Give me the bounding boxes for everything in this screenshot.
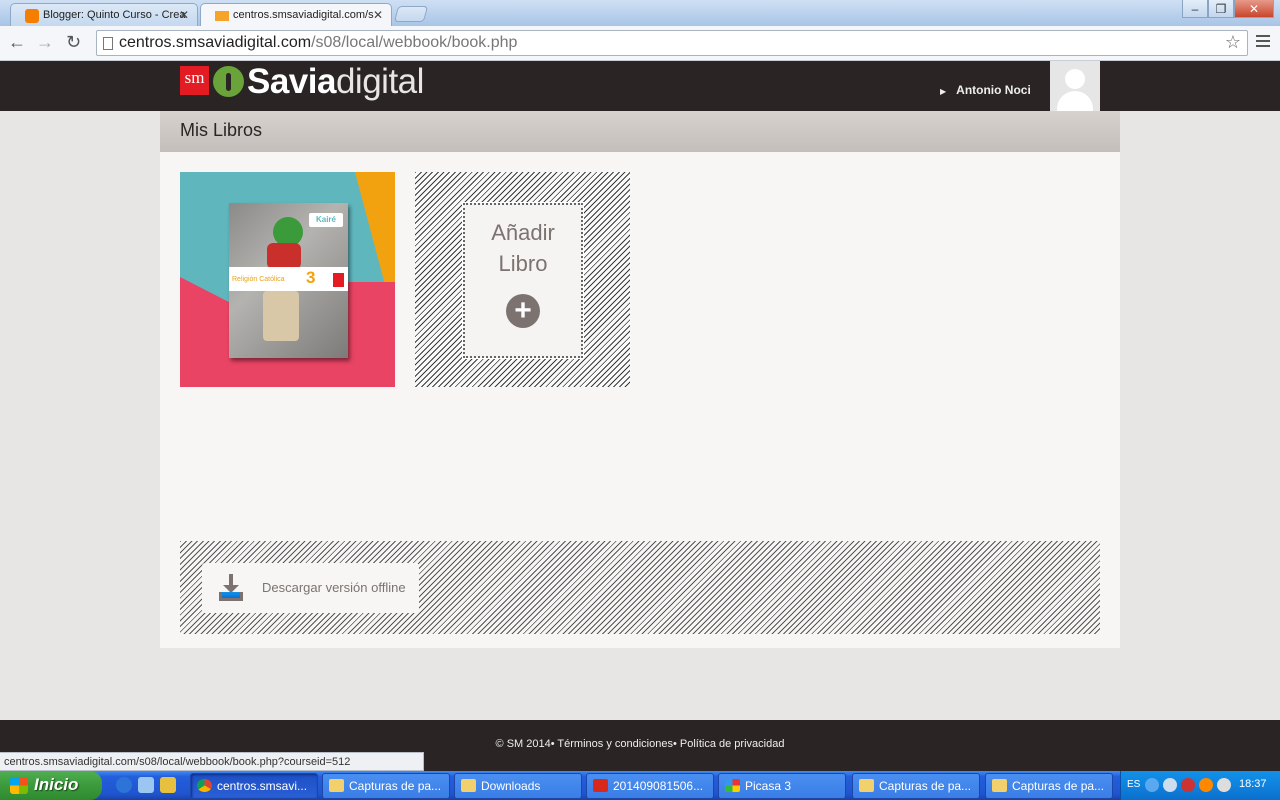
main-panel: Mis Libros Kairé Religión Católica 3 Aña… — [160, 111, 1120, 648]
pdf-icon — [593, 779, 608, 792]
tray-expand-icon[interactable] — [1145, 778, 1159, 792]
windows-taskbar: Inicio centros.smsavi... Capturas de pa.… — [0, 771, 1280, 800]
caret-right-icon: ▶ — [940, 87, 947, 96]
plus-icon[interactable]: + — [506, 294, 540, 328]
download-icon — [218, 574, 244, 602]
picasa-icon — [725, 779, 740, 792]
security-icon[interactable] — [1181, 778, 1195, 792]
taskbar-item-chrome[interactable]: centros.smsavi... — [190, 773, 318, 799]
logo-digital-text: digital — [335, 62, 424, 101]
logo-savia-text: Savia — [247, 62, 336, 101]
offline-download-bar: Descargar versión offline — [180, 541, 1100, 634]
user-menu[interactable]: ▶ Antonio Noci — [940, 83, 1031, 97]
taskbar-item-folder[interactable]: Capturas de pa... — [985, 773, 1113, 799]
clock: 18:37 — [1239, 778, 1267, 790]
user-name: Antonio Noci — [956, 83, 1031, 97]
close-window-button[interactable]: ✕ — [1234, 0, 1274, 18]
blogger-icon — [25, 9, 39, 23]
start-label: Inicio — [34, 775, 79, 794]
windows-logo-icon — [10, 777, 28, 794]
browser-toolbar: ← → ↻ centros.smsaviadigital.com/s08/loc… — [0, 26, 1280, 61]
download-offline-button[interactable]: Descargar versión offline — [202, 563, 419, 613]
minimize-button[interactable]: – — [1182, 0, 1208, 18]
page-title: Mis Libros — [160, 111, 1120, 152]
start-button[interactable]: Inicio — [0, 771, 102, 800]
folder-icon — [859, 779, 874, 792]
close-tab-icon[interactable]: ✕ — [179, 8, 189, 22]
taskbar-item-folder[interactable]: Capturas de pa... — [852, 773, 980, 799]
tab-label: centros.smsaviadigital.com/s — [233, 9, 374, 21]
chrome-icon — [197, 779, 212, 792]
sm-logo: sm — [180, 66, 209, 95]
restore-button[interactable]: ❐ — [1208, 0, 1234, 18]
browser-tab-strip: Blogger: Quinto Curso - Crea ✕ centros.s… — [0, 0, 1280, 27]
taskbar-item-pdf[interactable]: 201409081506... — [586, 773, 714, 799]
new-tab-button[interactable] — [393, 6, 429, 22]
network-icon[interactable] — [1163, 778, 1177, 792]
download-offline-label: Descargar versión offline — [262, 580, 406, 595]
status-bar-url: centros.smsaviadigital.com/s08/local/web… — [0, 752, 424, 771]
folder-icon — [329, 779, 344, 792]
taskbar-item-downloads[interactable]: Downloads — [454, 773, 582, 799]
tab-label: Blogger: Quinto Curso - Crea — [43, 9, 186, 21]
ie-icon[interactable] — [116, 777, 132, 793]
page-icon — [103, 37, 113, 50]
url-host: centros.smsaviadigital.com — [119, 34, 312, 51]
footer-links[interactable]: © SM 2014• Términos y condiciones• Polít… — [0, 738, 1280, 750]
forward-icon[interactable]: → — [36, 32, 54, 53]
avatar[interactable] — [1050, 61, 1100, 111]
paint-icon[interactable] — [160, 777, 176, 793]
book-card[interactable]: Kairé Religión Católica 3 — [180, 172, 395, 387]
show-desktop-icon[interactable] — [138, 777, 154, 793]
moodle-icon — [215, 11, 229, 21]
sm-badge — [333, 273, 344, 287]
folder-icon — [992, 779, 1007, 792]
add-book-card[interactable]: Añadir Libro + — [415, 172, 630, 387]
book-cover-image[interactable]: Kairé Religión Católica 3 — [229, 203, 348, 358]
address-bar[interactable]: centros.smsaviadigital.com/s08/local/web… — [96, 30, 1248, 56]
reload-icon[interactable]: ↻ — [66, 32, 81, 53]
taskbar-item-folder[interactable]: Capturas de pa... — [322, 773, 450, 799]
chrome-menu-icon[interactable] — [1256, 32, 1270, 50]
savia-leaf-icon — [213, 66, 244, 97]
back-icon[interactable]: ← — [8, 32, 26, 53]
taskbar-item-picasa[interactable]: Picasa 3 — [718, 773, 846, 799]
folder-icon — [461, 779, 476, 792]
browser-tab-savia[interactable]: centros.smsaviadigital.com/s ✕ — [200, 3, 392, 27]
system-tray: ES 18:37 — [1120, 771, 1280, 800]
language-indicator[interactable]: ES — [1127, 779, 1140, 790]
book-series-label: Kairé — [309, 213, 343, 227]
book-subject-label: Religión Católica — [232, 276, 285, 283]
browser-tab-blogger[interactable]: Blogger: Quinto Curso - Crea ✕ — [10, 3, 198, 26]
bookmark-star-icon[interactable]: ☆ — [1225, 32, 1241, 53]
savia-digital-logo[interactable]: Saviadigital — [247, 62, 424, 102]
volume-icon[interactable] — [1217, 778, 1231, 792]
close-tab-icon[interactable]: ✕ — [373, 8, 383, 22]
add-book-button[interactable]: Añadir Libro + — [463, 203, 583, 358]
avast-icon[interactable] — [1199, 778, 1213, 792]
book-grade-label: 3 — [306, 268, 316, 287]
url-path: /s08/local/webbook/book.php — [311, 34, 518, 51]
add-book-label: Añadir Libro — [491, 220, 555, 276]
